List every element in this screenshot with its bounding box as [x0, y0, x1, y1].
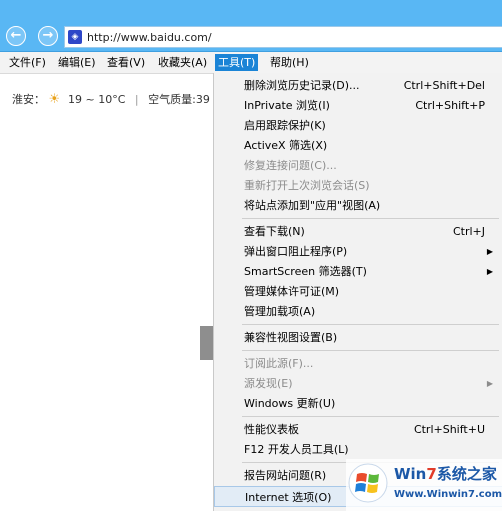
menu-item-performance-dashboard[interactable]: 性能仪表板 Ctrl+Shift+U [214, 419, 502, 440]
weather-divider: | [134, 93, 139, 106]
menu-item-label: 修复连接问题(C)... [244, 159, 337, 172]
arrow-right-icon: → [42, 28, 54, 43]
arrow-left-icon: ← [10, 28, 22, 43]
watermark-title: Win7系统之家 [394, 463, 497, 484]
menu-separator [242, 218, 499, 219]
menu-item-media-licenses[interactable]: 管理媒体许可证(M) [214, 281, 502, 302]
menu-item-smartscreen[interactable]: SmartScreen 筛选器(T) ▶ [214, 261, 502, 282]
address-bar[interactable]: ◈ http://www.baidu.com/ [64, 26, 502, 48]
browser-toolbar: ← → ◈ http://www.baidu.com/ [0, 0, 502, 52]
menu-item-manage-addons[interactable]: 管理加载项(A) [214, 301, 502, 322]
menu-item-label: 删除浏览历史记录(D)... [244, 79, 360, 92]
menu-item-activex-filter[interactable]: ActiveX 筛选(X) [214, 135, 502, 156]
watermark-title-b: 7 [426, 465, 437, 483]
menu-item-feed-discovery: 源发现(E) ▶ [214, 373, 502, 394]
address-url[interactable]: http://www.baidu.com/ [87, 31, 212, 44]
menu-separator [242, 350, 499, 351]
menu-item-compat-view[interactable]: 兼容性视图设置(B) [214, 327, 502, 348]
menu-item-reopen-session: 重新打开上次浏览会话(S) [214, 175, 502, 196]
tools-menu: 删除浏览历史记录(D)... Ctrl+Shift+Del InPrivate … [213, 73, 502, 511]
submenu-arrow-icon: ▶ [486, 267, 493, 276]
forward-button[interactable]: → [38, 26, 58, 46]
menu-item-shortcut: Ctrl+Shift+Del [403, 79, 485, 92]
menu-item-label: 弹出窗口阻止程序(P) [244, 245, 348, 258]
menu-item-label: F12 开发人员工具(L) [244, 443, 349, 456]
aqi-label: 空气质量:39 [148, 93, 210, 106]
menu-item-label: 源发现(E) [244, 377, 293, 390]
page-scroll-block [200, 326, 213, 360]
menu-view[interactable]: 查看(V) [104, 54, 148, 71]
menu-item-windows-update[interactable]: Windows 更新(U) [214, 393, 502, 414]
menu-item-f12-devtools[interactable]: F12 开发人员工具(L) [214, 439, 502, 460]
menu-item-fix-connection: 修复连接问题(C)... [214, 155, 502, 176]
submenu-arrow-icon: ▶ [486, 379, 493, 388]
menu-item-delete-history[interactable]: 删除浏览历史记录(D)... Ctrl+Shift+Del [214, 75, 502, 96]
menu-item-label: InPrivate 浏览(I) [244, 99, 330, 112]
menu-item-label: 将站点添加到"应用"视图(A) [244, 199, 381, 212]
partly-cloudy-icon: ☀ [48, 92, 61, 107]
submenu-arrow-icon: ▶ [486, 247, 493, 256]
windows-logo-icon [348, 463, 388, 503]
menu-item-label: ActiveX 筛选(X) [244, 139, 328, 152]
watermark-url: Www.Winwin7.com [394, 489, 502, 500]
menu-item-view-downloads[interactable]: 查看下载(N) Ctrl+J [214, 221, 502, 242]
menu-item-label: SmartScreen 筛选器(T) [244, 265, 367, 278]
baidu-favicon-icon: ◈ [68, 30, 82, 44]
menu-item-label: Internet 选项(O) [245, 491, 332, 504]
menu-favorites[interactable]: 收藏夹(A) [155, 54, 210, 71]
menu-bar: 文件(F) 编辑(E) 查看(V) 收藏夹(A) 工具(T) 帮助(H) [0, 52, 502, 74]
menu-item-shortcut: Ctrl+J [452, 225, 485, 238]
menu-item-tracking-protection[interactable]: 启用跟踪保护(K) [214, 115, 502, 136]
menu-tools[interactable]: 工具(T) [215, 54, 259, 71]
menu-item-label: 订阅此源(F)... [244, 357, 314, 370]
menu-item-label: 管理加载项(A) [244, 305, 316, 318]
weather-city[interactable]: 淮安： [12, 93, 45, 106]
menu-item-label: 性能仪表板 [244, 423, 299, 436]
menu-item-label: Windows 更新(U) [244, 397, 336, 410]
menu-item-inprivate[interactable]: InPrivate 浏览(I) Ctrl+Shift+P [214, 95, 502, 116]
watermark-title-c: 系统之家 [436, 465, 497, 483]
menu-edit[interactable]: 编辑(E) [55, 54, 99, 71]
weather-widget: 淮安： ☀ 19 ~ 10°C | 空气质量:39 优 [12, 91, 224, 107]
menu-item-label: 兼容性视图设置(B) [244, 331, 338, 344]
menu-separator [242, 416, 499, 417]
menu-separator [242, 324, 499, 325]
win7-watermark: Win7系统之家 Www.Winwin7.com [346, 459, 502, 511]
menu-file[interactable]: 文件(F) [6, 54, 49, 71]
menu-item-popup-blocker[interactable]: 弹出窗口阻止程序(P) ▶ [214, 241, 502, 262]
menu-item-subscribe-feed: 订阅此源(F)... [214, 353, 502, 374]
menu-item-label: 重新打开上次浏览会话(S) [244, 179, 370, 192]
menu-item-label: 启用跟踪保护(K) [244, 119, 326, 132]
menu-item-shortcut: Ctrl+Shift+U [413, 423, 485, 436]
back-button[interactable]: ← [6, 26, 26, 46]
menu-item-shortcut: Ctrl+Shift+P [415, 99, 485, 112]
menu-help[interactable]: 帮助(H) [267, 54, 312, 71]
watermark-title-a: Win [394, 465, 427, 483]
menu-item-label: 管理媒体许可证(M) [244, 285, 340, 298]
menu-item-add-to-apps[interactable]: 将站点添加到"应用"视图(A) [214, 195, 502, 216]
menu-item-label: 查看下载(N) [244, 225, 305, 238]
weather-temp: 19 ~ 10°C [68, 93, 126, 106]
menu-item-label: 报告网站问题(R) [244, 469, 327, 482]
